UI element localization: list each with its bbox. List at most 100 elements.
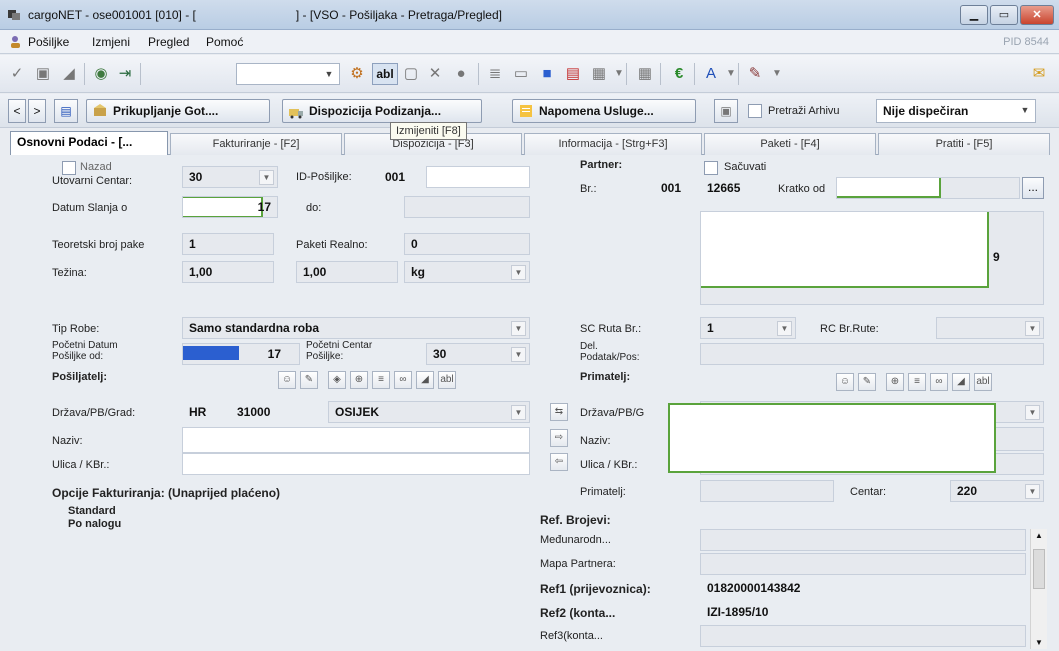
chevron-down-icon: ▼ bbox=[777, 321, 792, 336]
primatelj-ulica-label: Ulica / KBr.: bbox=[580, 459, 638, 471]
sc-ruta-select[interactable]: 1 ▼ bbox=[700, 317, 796, 339]
pocetni-datum-input[interactable]: 17 bbox=[182, 343, 300, 365]
napomena-button[interactable]: Napomena Usluge... bbox=[512, 99, 696, 123]
tab-bar: Osnovni Podaci - [... Fakturiranje - [F2… bbox=[10, 131, 1050, 155]
globe-icon[interactable]: ◉ bbox=[92, 65, 110, 83]
tools-dropdown-icon[interactable]: ▼ bbox=[768, 65, 786, 83]
partner-browse-button[interactable]: ... bbox=[1022, 177, 1044, 199]
grad-select[interactable]: OSIJEK ▼ bbox=[328, 401, 530, 423]
scrollbar-thumb[interactable] bbox=[1033, 549, 1045, 589]
clear-icon[interactable]: ◢ bbox=[416, 371, 434, 389]
ref-row-value[interactable]: IZI-1895/10 bbox=[700, 601, 1026, 623]
rc-ruta-select[interactable]: ▼ bbox=[936, 317, 1044, 339]
abl-small-button[interactable]: abl bbox=[438, 371, 456, 389]
binoculars-icon[interactable]: ∞ bbox=[930, 373, 948, 391]
save-icon[interactable]: ▣ bbox=[34, 65, 52, 83]
maximize-button[interactable]: ▭ bbox=[990, 5, 1018, 25]
abl-button[interactable]: abl bbox=[372, 63, 398, 85]
map-icon[interactable]: ◈ bbox=[328, 371, 346, 389]
edit-icon[interactable]: ✎ bbox=[858, 373, 876, 391]
chevron-down-icon: ▼ bbox=[1025, 484, 1040, 499]
datum-slanja-input[interactable]: 17 bbox=[182, 196, 278, 218]
kratko-label: Kratko od bbox=[778, 183, 826, 195]
tezina-field: 1,00 bbox=[182, 261, 274, 283]
next-record-button[interactable]: > bbox=[28, 99, 46, 123]
folder-icon[interactable]: ▭ bbox=[512, 65, 530, 83]
zoom-icon[interactable]: ⊕ bbox=[886, 373, 904, 391]
close-button[interactable]: ✕ bbox=[1020, 5, 1054, 25]
tip-robe-select[interactable]: Samo standardna roba ▼ bbox=[182, 317, 530, 339]
person-icon[interactable]: ☺ bbox=[278, 371, 296, 389]
exit-icon[interactable]: ⇥ bbox=[116, 65, 134, 83]
tab-pratiti[interactable]: Pratiti - [F5] bbox=[878, 133, 1050, 155]
ref-row-value[interactable]: 01820000143842 bbox=[700, 577, 1026, 599]
primatelj2-field bbox=[700, 480, 834, 502]
prev-record-button[interactable]: < bbox=[8, 99, 26, 123]
menu-izmjeni[interactable]: Izmjeni bbox=[92, 35, 130, 49]
sacuvati-checkbox[interactable] bbox=[704, 161, 718, 175]
id-posiljke-prefix: 001 bbox=[385, 170, 406, 184]
prikupljanje-button[interactable]: Prikupljanje Got.... bbox=[86, 99, 270, 123]
tab-paketi[interactable]: Paketi - [F4] bbox=[704, 133, 876, 155]
ref-row-value[interactable] bbox=[700, 553, 1026, 575]
info-icon[interactable]: ● bbox=[452, 65, 470, 83]
filter-icon[interactable]: ≡ bbox=[372, 371, 390, 389]
arrow-right-icon[interactable]: ⇨ bbox=[550, 429, 568, 447]
mail-icon[interactable]: ✉ bbox=[1030, 65, 1048, 83]
tezina-unit-select[interactable]: kg ▼ bbox=[404, 261, 530, 283]
naziv-input[interactable] bbox=[182, 427, 530, 453]
tools-icon[interactable]: ✎ bbox=[746, 65, 764, 83]
zoom-icon[interactable]: ⊕ bbox=[350, 371, 368, 389]
ref-scrollbar[interactable]: ▲ ▼ bbox=[1030, 529, 1047, 649]
person-icon[interactable]: ☺ bbox=[836, 373, 854, 391]
euro-icon[interactable]: € bbox=[670, 65, 688, 83]
edit-icon[interactable]: ✎ bbox=[300, 371, 318, 389]
archive-button[interactable]: ▣ bbox=[714, 99, 738, 123]
datum-do-input[interactable] bbox=[404, 196, 530, 218]
pdf-icon[interactable]: ▤ bbox=[564, 65, 582, 83]
arrow-left-icon[interactable]: ⇦ bbox=[550, 453, 568, 471]
database-icon[interactable]: ■ bbox=[538, 65, 556, 83]
tab-informacija[interactable]: Informacija - [Strg+F3] bbox=[524, 133, 702, 155]
dispozicija-button[interactable]: Dispozicija Podizanja... bbox=[282, 99, 482, 123]
copy-address-icon[interactable]: ⇆ bbox=[550, 403, 568, 421]
grid-icon[interactable]: ▦ bbox=[636, 65, 654, 83]
ref-row-value[interactable] bbox=[700, 529, 1026, 551]
dispecer-select[interactable]: Nije dispečiran ▼ bbox=[876, 99, 1036, 123]
user-icon bbox=[10, 35, 24, 49]
list-icon[interactable]: ≣ bbox=[486, 65, 504, 83]
print-icon[interactable]: ▦ bbox=[590, 65, 608, 83]
delete-icon[interactable]: ✕ bbox=[426, 65, 444, 83]
chevron-down-icon[interactable]: ▼ bbox=[1035, 638, 1043, 647]
pretrazi-arhivu-checkbox[interactable] bbox=[748, 104, 762, 118]
rc-ruta-label: RC Br.Rute: bbox=[820, 323, 879, 335]
checkmark-icon[interactable]: ✓ bbox=[8, 65, 26, 83]
eraser-icon[interactable]: ◢ bbox=[60, 65, 78, 83]
new-document-icon[interactable]: ▢ bbox=[402, 65, 420, 83]
menu-posiljke[interactable]: Pošiljke bbox=[28, 35, 69, 49]
calendar-button[interactable]: ▤ bbox=[54, 99, 78, 123]
filter-icon[interactable]: ≡ bbox=[908, 373, 926, 391]
ref-row-label: Ref3(konta... bbox=[540, 630, 603, 642]
binoculars-icon[interactable]: ∞ bbox=[394, 371, 412, 389]
chevron-up-icon[interactable]: ▲ bbox=[1035, 531, 1043, 540]
ulica-input[interactable] bbox=[182, 453, 530, 475]
abl-small-button[interactable]: abl bbox=[974, 373, 992, 391]
ref-row-value[interactable] bbox=[700, 625, 1026, 647]
kratko-field[interactable] bbox=[836, 177, 1020, 199]
centar-select[interactable]: 220 ▼ bbox=[950, 480, 1044, 502]
tab-osnovni-podaci[interactable]: Osnovni Podaci - [... bbox=[10, 131, 168, 155]
clear-icon[interactable]: ◢ bbox=[952, 373, 970, 391]
toolbar-combo[interactable]: ▼ bbox=[236, 63, 340, 85]
sort-icon[interactable]: A bbox=[702, 65, 720, 83]
id-posiljke-input[interactable] bbox=[426, 166, 530, 188]
find-icon[interactable]: ⚙ bbox=[348, 65, 366, 83]
sc-ruta-label: SC Ruta Br.: bbox=[580, 323, 642, 335]
utovarni-centar-select[interactable]: 30 ▼ bbox=[182, 166, 278, 188]
minimize-button[interactable]: ▁ bbox=[960, 5, 988, 25]
menu-pomoc[interactable]: Pomoć bbox=[206, 35, 243, 49]
pocetni-centar-select[interactable]: 30 ▼ bbox=[426, 343, 530, 365]
tab-fakturiranje[interactable]: Fakturiranje - [F2] bbox=[170, 133, 342, 155]
menu-pregled[interactable]: Pregled bbox=[148, 35, 189, 49]
nazad-checkbox[interactable] bbox=[62, 161, 76, 175]
